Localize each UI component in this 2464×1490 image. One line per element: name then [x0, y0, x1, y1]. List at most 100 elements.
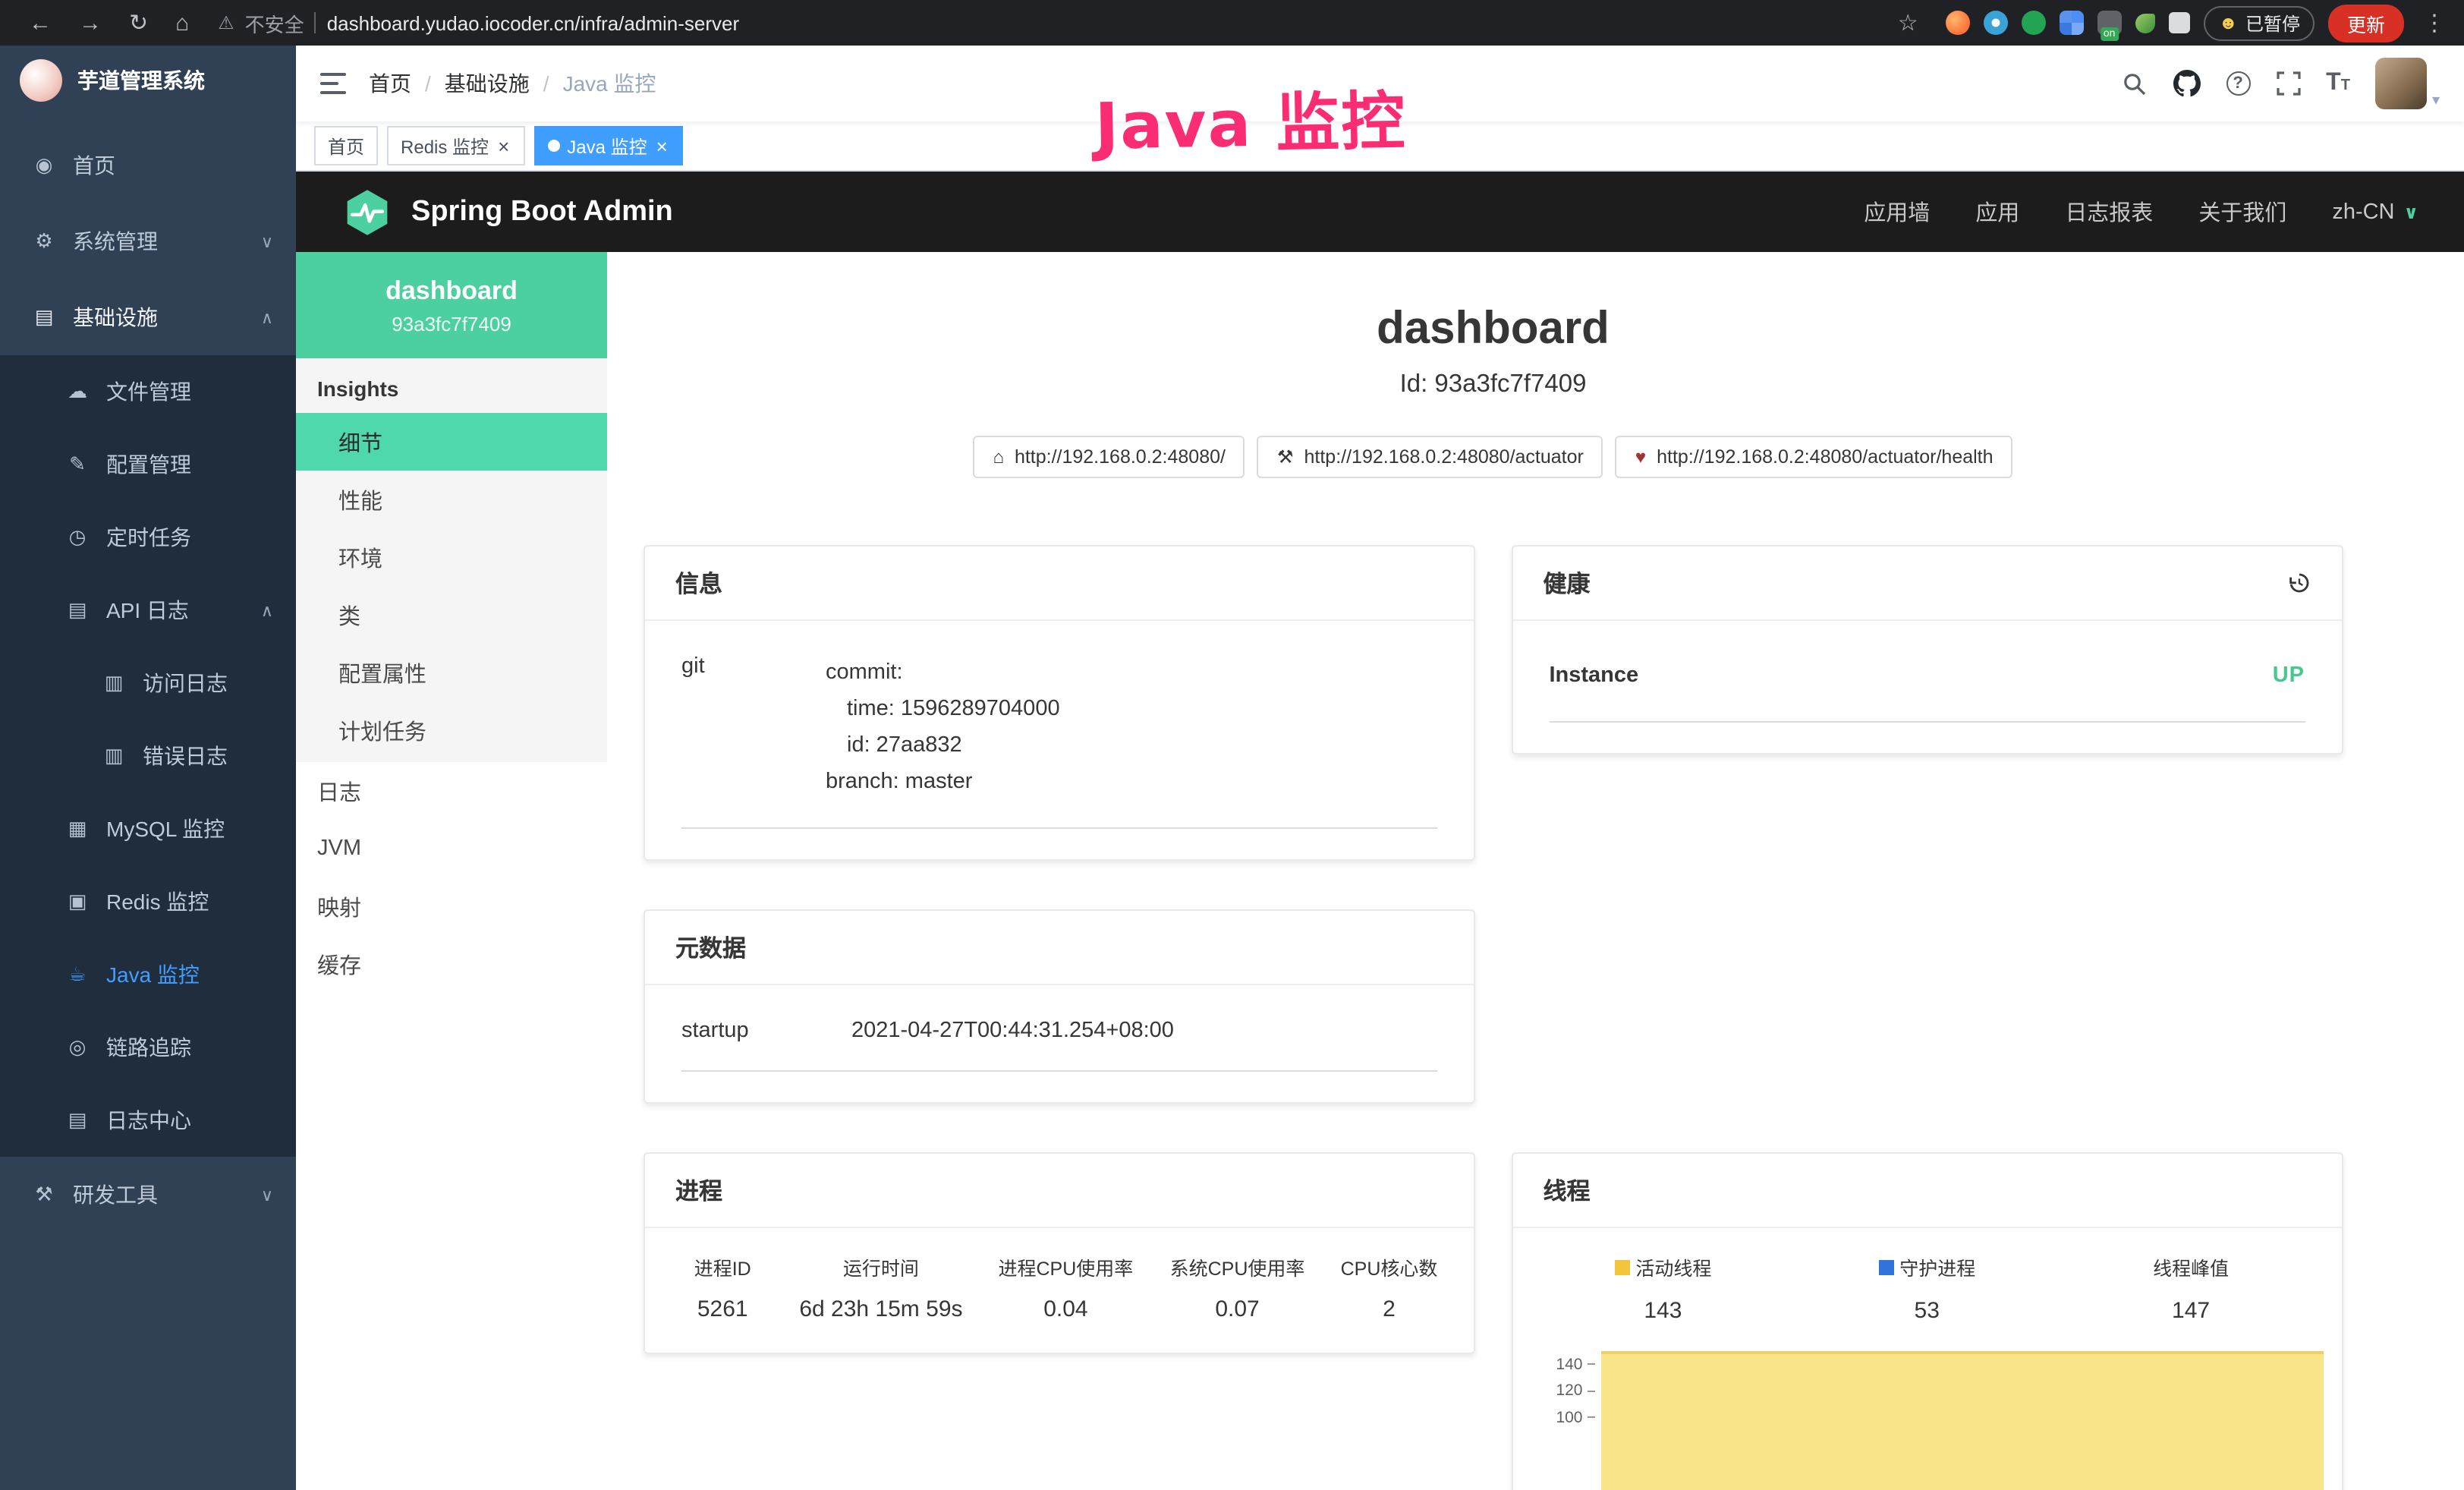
- avatar-image: [2376, 58, 2428, 109]
- close-tag-icon[interactable]: ×: [655, 136, 669, 156]
- screen: ← → ↻ ⌂ ⚠ 不安全 dashboard.yudao.iocoder.cn…: [0, 0, 2464, 1490]
- health-instance-label: Instance: [1550, 663, 1639, 688]
- sidebar-item-mysql-monitor[interactable]: ▦ MySQL 监控: [0, 792, 296, 865]
- sidebar-item-infrastructure[interactable]: ▤ 基础设施 ∧: [0, 279, 296, 355]
- threads-legend: 活动线程 143 守护进程: [1531, 1252, 2324, 1324]
- threads-card-title: 线程: [1544, 1173, 1591, 1207]
- sba-menu-scheduled-tasks[interactable]: 计划任务: [296, 701, 607, 759]
- instance-url-button[interactable]: ⌂ http://192.168.0.2:48080/: [973, 436, 1245, 478]
- sidebar-item-api-logs[interactable]: ▤ API 日志 ∧: [0, 574, 296, 647]
- sidebar-item-error-logs[interactable]: ▥ 错误日志: [0, 720, 296, 792]
- profile-paused-badge[interactable]: ☻ 已暂停: [2204, 5, 2315, 40]
- extension-icon-orange[interactable]: [1946, 11, 1970, 35]
- extension-icon-grid[interactable]: [2060, 11, 2084, 35]
- chevron-up-icon: ∧: [261, 600, 273, 620]
- fullscreen-icon[interactable]: [2276, 71, 2300, 96]
- breadcrumb-home[interactable]: 首页: [369, 68, 411, 99]
- home-link-icon: ⌂: [993, 446, 1004, 468]
- help-icon[interactable]: ?: [2226, 71, 2250, 96]
- java-icon: ☕: [64, 962, 91, 987]
- sidebar-item-system[interactable]: ⚙ 系统管理 ∨: [0, 203, 296, 279]
- sidebar-item-redis-monitor[interactable]: ▣ Redis 监控: [0, 865, 296, 938]
- browser-menu-icon[interactable]: ⋮: [2417, 9, 2449, 36]
- question-glyph: ?: [2226, 71, 2250, 96]
- sba-instance-header[interactable]: dashboard 93a3fc7f7409: [296, 252, 607, 358]
- sba-menu-mappings[interactable]: 映射: [296, 877, 607, 935]
- sba-menu-metrics[interactable]: 性能: [296, 471, 607, 528]
- bookmark-star-icon[interactable]: ☆: [1884, 9, 1932, 36]
- sba-menu-details[interactable]: 细节: [296, 413, 607, 471]
- extension-icon-leaf[interactable]: [2135, 13, 2155, 33]
- active-threads-swatch: [1614, 1259, 1629, 1274]
- metadata-startup-row: startup 2021-04-27T00:44:31.254+08:00: [681, 997, 1437, 1072]
- tag-java-monitor[interactable]: Java 监控 ×: [533, 126, 683, 165]
- sba-menu-caches[interactable]: 缓存: [296, 935, 607, 993]
- font-size-large-glyph: T: [2326, 71, 2341, 96]
- document-icon: ▥: [100, 671, 127, 695]
- sidebar-item-file-management[interactable]: ☁ 文件管理: [0, 355, 296, 428]
- sba-nav-journal[interactable]: 日志报表: [2065, 196, 2153, 228]
- sidebar-item-tracing[interactable]: ◎ 链路追踪: [0, 1011, 296, 1084]
- sidebar-item-label: 错误日志: [143, 741, 228, 771]
- extension-icon-on-badge[interactable]: on: [2097, 11, 2122, 35]
- sidebar-toggle-icon[interactable]: [320, 73, 346, 94]
- sidebar-item-home[interactable]: ◉ 首页: [0, 128, 296, 203]
- sidebar-item-java-monitor[interactable]: ☕ Java 监控: [0, 938, 296, 1011]
- sba-menu-configprops[interactable]: 配置属性: [296, 644, 607, 701]
- sba-nav-about[interactable]: 关于我们: [2198, 196, 2286, 228]
- sidebar-item-log-center[interactable]: ▤ 日志中心: [0, 1084, 296, 1157]
- browser-home-icon[interactable]: ⌂: [162, 10, 203, 36]
- legend-peak-threads: 线程峰值 147: [2059, 1252, 2323, 1324]
- back-icon[interactable]: ←: [15, 10, 65, 36]
- sidebar-item-access-logs[interactable]: ▥ 访问日志: [0, 647, 296, 720]
- history-icon[interactable]: [2286, 571, 2311, 595]
- sba-menu-jvm[interactable]: JVM: [296, 820, 607, 877]
- address-bar[interactable]: ⚠ 不安全 dashboard.yudao.iocoder.cn/infra/a…: [218, 8, 739, 37]
- tag-home[interactable]: 首页: [314, 126, 378, 165]
- metadata-startup-value: 2021-04-27T00:44:31.254+08:00: [851, 1019, 1174, 1043]
- git-commit-line: commit:: [826, 654, 1060, 691]
- sidebar-item-dev-tools[interactable]: ⚒ 研发工具 ∨: [0, 1157, 296, 1233]
- sba-menu-classes[interactable]: 类: [296, 586, 607, 644]
- warning-icon: ⚠: [218, 12, 234, 33]
- sba-menu-logfile[interactable]: 日志: [296, 762, 607, 820]
- sba-nav-wallboard[interactable]: 应用墙: [1864, 196, 1930, 228]
- close-tag-icon[interactable]: ×: [496, 136, 511, 156]
- extensions-puzzle-icon[interactable]: [2169, 12, 2190, 33]
- reload-icon[interactable]: ↻: [115, 9, 162, 36]
- sba-title: Spring Boot Admin: [411, 195, 673, 228]
- sba-locale-select[interactable]: zh-CN ∨: [2332, 200, 2418, 224]
- sidebar-item-config-management[interactable]: ✎ 配置管理: [0, 428, 296, 501]
- sba-menu-section-insights: Insights 细节 性能 环境 类 配置属性 计划任务: [296, 358, 607, 762]
- user-avatar[interactable]: ▾: [2376, 58, 2440, 109]
- extension-icon-pin[interactable]: [1984, 11, 2008, 35]
- legend-value: 53: [1795, 1297, 2059, 1323]
- sba-menu-environment[interactable]: 环境: [296, 528, 607, 586]
- forward-icon[interactable]: →: [65, 10, 115, 36]
- health-url-button[interactable]: ♥ http://192.168.0.2:48080/actuator/heal…: [1616, 436, 2013, 478]
- search-icon[interactable]: [2121, 71, 2147, 96]
- sidebar-item-label: 研发工具: [73, 1180, 158, 1210]
- extension-icon-green[interactable]: [2022, 11, 2046, 35]
- tag-redis-monitor[interactable]: Redis 监控 ×: [387, 126, 524, 165]
- on-badge: on: [2101, 27, 2119, 41]
- sba-header: Spring Boot Admin 应用墙 应用 日志报表 关于我们 zh-CN…: [296, 172, 2464, 252]
- sba-nav: 应用墙 应用 日志报表 关于我们 zh-CN ∨: [1864, 196, 2418, 228]
- process-table: 进程ID 5261 运行时间 6d 23h 15m 59s: [663, 1252, 1455, 1322]
- font-size-icon[interactable]: T T: [2326, 71, 2350, 96]
- update-button[interactable]: 更新: [2329, 4, 2403, 42]
- active-tag-dot: [547, 140, 559, 152]
- sba-nav-applications[interactable]: 应用: [1975, 196, 2019, 228]
- edit-icon: ✎: [64, 452, 91, 477]
- sidebar-item-label: 首页: [73, 150, 115, 181]
- caret-down-icon: ▾: [2432, 93, 2440, 109]
- breadcrumb-infrastructure[interactable]: 基础设施: [445, 68, 530, 99]
- legend-value: 147: [2059, 1298, 2323, 1324]
- sidebar-item-scheduled-jobs[interactable]: ◷ 定时任务: [0, 501, 296, 574]
- y-tick: 140: [1556, 1351, 1594, 1378]
- gear-icon: ⚙: [30, 229, 58, 254]
- process-card-title: 进程: [675, 1173, 722, 1207]
- actuator-url-button[interactable]: ⚒ http://192.168.0.2:48080/actuator: [1257, 436, 1603, 478]
- github-icon[interactable]: [2173, 70, 2200, 97]
- process-card: 进程 进程ID 5261 运行时间: [644, 1152, 1475, 1354]
